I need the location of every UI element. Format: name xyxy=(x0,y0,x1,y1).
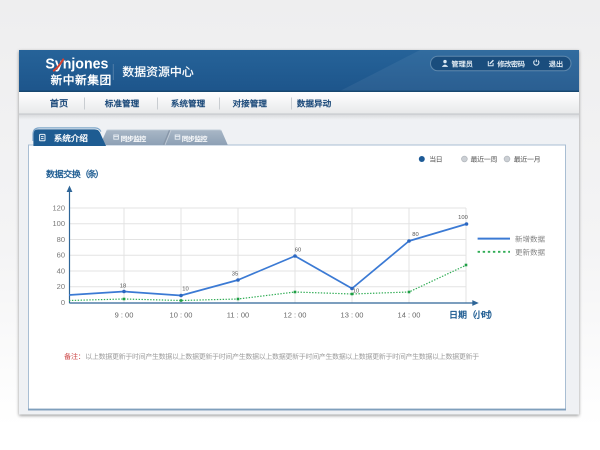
svg-text:10: 10 xyxy=(182,287,188,293)
svg-text:120: 120 xyxy=(52,204,65,213)
svg-text:60: 60 xyxy=(295,248,301,254)
svg-text:40: 40 xyxy=(57,267,65,276)
svg-text:20: 20 xyxy=(57,282,65,291)
svg-text:13 : 00: 13 : 00 xyxy=(341,310,364,319)
svg-text:80: 80 xyxy=(57,235,65,244)
svg-text:9 : 00: 9 : 00 xyxy=(115,310,134,319)
svg-text:60: 60 xyxy=(57,251,65,260)
svg-text:100: 100 xyxy=(52,219,65,228)
svg-text:10 : 00: 10 : 00 xyxy=(170,310,193,319)
svg-text:100: 100 xyxy=(458,215,468,221)
svg-text:12 : 00: 12 : 00 xyxy=(284,310,307,319)
svg-text:10: 10 xyxy=(353,289,359,295)
svg-text:80: 80 xyxy=(412,232,418,238)
svg-text:14 : 00: 14 : 00 xyxy=(398,310,421,319)
svg-text:18: 18 xyxy=(120,284,126,290)
svg-text:35: 35 xyxy=(232,272,238,278)
svg-text:11 : 00: 11 : 00 xyxy=(227,310,249,319)
svg-text:0: 0 xyxy=(61,298,65,307)
